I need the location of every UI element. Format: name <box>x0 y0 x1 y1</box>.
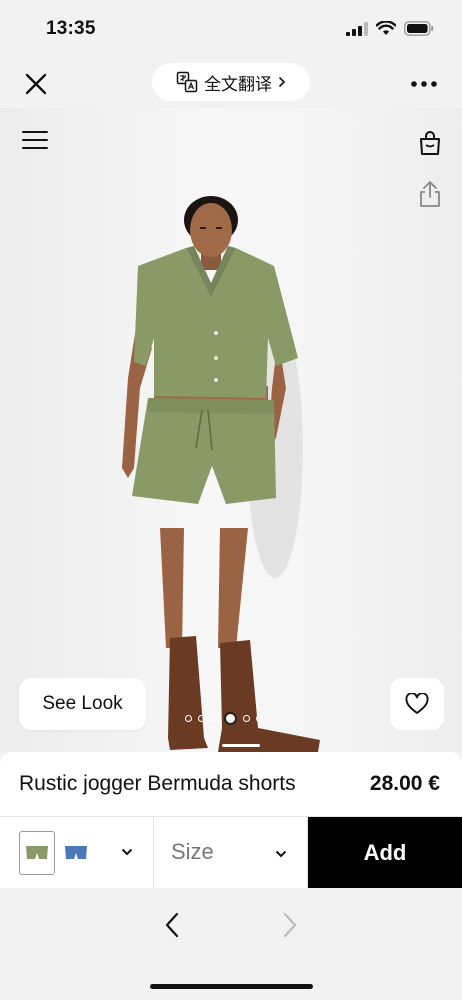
share-button[interactable] <box>418 180 442 208</box>
cellular-signal-icon <box>346 21 368 36</box>
translate-label: 全文翻译 <box>204 74 272 95</box>
forward-button[interactable] <box>278 910 302 940</box>
carousel-dot[interactable] <box>243 715 250 722</box>
shopping-bag-button[interactable] <box>418 130 442 156</box>
chevron-right-icon <box>278 76 286 88</box>
more-button[interactable] <box>408 70 440 98</box>
browser-nav-bar <box>0 888 462 1000</box>
close-icon <box>25 73 47 95</box>
product-photo <box>122 196 320 752</box>
wifi-icon <box>376 21 396 35</box>
carousel-dot[interactable] <box>198 715 205 722</box>
color-selector[interactable] <box>0 817 154 888</box>
back-button[interactable] <box>160 910 184 940</box>
shopping-bag-icon <box>420 131 440 155</box>
chevron-down-icon <box>121 848 133 856</box>
product-name: Rustic jogger Bermuda shorts <box>19 772 296 795</box>
product-price: 28.00 € <box>369 772 440 795</box>
product-image-carousel[interactable]: See Look <box>0 108 462 752</box>
share-icon <box>420 181 440 207</box>
translate-button[interactable]: 全文翻译 <box>152 63 310 101</box>
sheet-drag-handle[interactable] <box>222 744 260 747</box>
menu-button[interactable] <box>22 130 50 152</box>
carousel-dot[interactable] <box>211 715 218 722</box>
heart-icon <box>405 693 429 714</box>
favorite-button[interactable] <box>390 678 444 730</box>
product-sheet: Rustic jogger Bermuda shorts 28.00 € Siz… <box>0 752 462 888</box>
carousel-pagination <box>185 712 263 725</box>
purchase-actions: Size Add <box>0 816 462 888</box>
carousel-dot[interactable] <box>256 715 263 722</box>
status-bar: 13:35 <box>0 0 462 60</box>
color-swatch-denim[interactable] <box>58 831 94 875</box>
chevron-left-icon <box>165 912 179 938</box>
chevron-down-icon <box>275 850 287 858</box>
close-button[interactable] <box>20 68 52 100</box>
khaki-shorts-thumbnail <box>26 846 48 859</box>
carousel-dot-active[interactable] <box>224 712 237 725</box>
status-time: 13:35 <box>46 18 96 39</box>
see-look-button[interactable]: See Look <box>19 678 146 730</box>
translate-icon <box>176 71 198 93</box>
home-indicator <box>150 984 313 989</box>
chevron-right-icon <box>283 912 297 938</box>
size-selector[interactable]: Size <box>154 817 308 888</box>
add-to-cart-button[interactable]: Add <box>308 817 462 888</box>
status-icons <box>346 21 434 36</box>
browser-top-bar: 全文翻译 <box>0 60 462 108</box>
menu-icon <box>22 131 48 149</box>
carousel-dot[interactable] <box>185 715 192 722</box>
more-icon <box>411 81 437 87</box>
size-placeholder: Size <box>171 839 214 864</box>
denim-shorts-thumbnail <box>65 846 87 859</box>
color-swatch-khaki[interactable] <box>19 831 55 875</box>
battery-icon <box>404 21 434 36</box>
